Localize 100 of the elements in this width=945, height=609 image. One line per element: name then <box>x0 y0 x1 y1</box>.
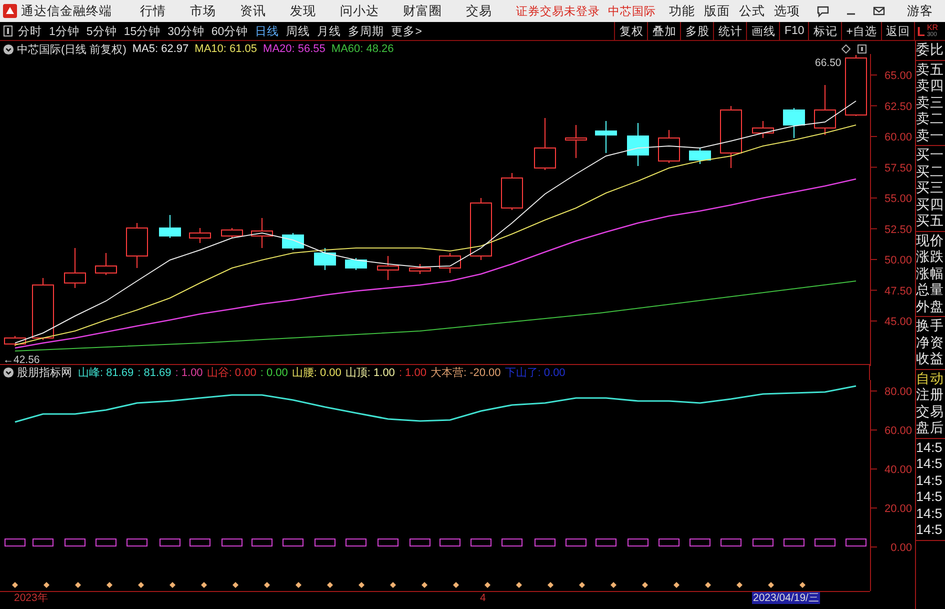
menu-item[interactable]: 版面 <box>704 2 730 20</box>
rising-candlestick <box>752 120 774 138</box>
menu-item[interactable]: 财富圈 <box>403 2 442 20</box>
indicator-legend-value: 下山了: 0.00 <box>504 366 566 380</box>
period-tab[interactable]: 1分钟 <box>49 24 80 38</box>
menu-item[interactable]: 发现 <box>290 2 316 20</box>
falling-candlestick <box>689 148 711 164</box>
side-panel-item[interactable]: 自动 <box>916 370 945 387</box>
quote-field-label: 买四 <box>916 196 945 213</box>
rising-candlestick <box>845 54 867 116</box>
menu-item[interactable]: 功能 <box>669 2 695 20</box>
user-label[interactable]: 游客 <box>907 2 933 20</box>
side-panel-item[interactable]: 14:5 <box>916 440 945 456</box>
rising-candlestick <box>501 172 523 210</box>
side-panel-item[interactable]: 14:5 <box>916 522 945 538</box>
rising-candlestick <box>658 130 680 164</box>
diamond-icon[interactable] <box>841 44 851 54</box>
period-tab[interactable]: 月线 <box>317 24 342 38</box>
date-axis-label: 4 <box>480 592 486 604</box>
falling-candlestick <box>282 232 304 250</box>
falling-candlestick <box>783 108 805 138</box>
menu-item[interactable]: 问小达 <box>340 2 379 20</box>
price-axis-label: 57.50 <box>884 162 912 174</box>
side-panel-item[interactable]: 14:5 <box>916 456 945 472</box>
side-panel-item[interactable]: 盘后 <box>916 420 945 436</box>
side-panel-item[interactable]: 14:5 <box>916 489 945 506</box>
indicator-axis-label: 60.00 <box>884 425 912 437</box>
indicator-legend-value: : 0.00 <box>260 366 288 378</box>
quote-field-label: 总量 <box>916 282 945 298</box>
quote-field-label: 外盘 <box>916 298 945 315</box>
falling-candlestick <box>627 122 649 166</box>
indicator-legend-value: : 1.00 <box>175 366 203 378</box>
panel-toggle-icon[interactable] <box>857 44 867 54</box>
date-axis-label: 2023/04/19/三 <box>752 592 820 604</box>
menu-item[interactable]: 公式 <box>739 2 765 20</box>
mail-icon[interactable] <box>872 4 886 18</box>
indicator-legend-value: 山谷: 0.00 <box>206 366 256 380</box>
period-tab[interactable]: 30分钟 <box>168 24 204 38</box>
falling-candlestick <box>159 214 181 238</box>
price-axis-label: 60.00 <box>884 132 912 144</box>
price-axis-label: 65.00 <box>884 70 912 82</box>
period-tab[interactable]: 60分钟 <box>211 24 248 38</box>
price-axis-label: 55.00 <box>884 193 912 205</box>
indicator-legend-value: 大本营: -20.00 <box>430 366 501 380</box>
period-tab[interactable]: 周线 <box>286 24 310 38</box>
falling-candlestick <box>314 248 336 270</box>
indicator-axis-label: 0.00 <box>890 542 912 554</box>
rising-candlestick <box>565 124 587 158</box>
indicator-legend-value: : 1.00 <box>398 366 426 378</box>
rising-candlestick <box>470 198 492 260</box>
side-panel-item[interactable]: 14:5 <box>916 472 945 489</box>
menu-item[interactable]: 选项 <box>774 2 800 20</box>
dropdown-icon[interactable] <box>3 44 14 54</box>
period-tab[interactable]: 5分钟 <box>86 24 117 38</box>
side-panel-item[interactable]: 注册 <box>916 387 945 404</box>
period-tab[interactable]: 更多> <box>391 24 422 38</box>
menu-item[interactable]: 资讯 <box>240 2 266 20</box>
ma-legend-value: MA5: 62.97 <box>132 43 189 55</box>
falling-candlestick <box>595 120 617 154</box>
quote-field-label: 卖五 <box>916 62 945 78</box>
app-logo-icon <box>3 4 17 18</box>
rising-candlestick <box>439 252 461 274</box>
price-axis-label: 50.00 <box>884 254 912 266</box>
rising-candlestick <box>720 106 742 168</box>
period-tab[interactable]: 15分钟 <box>124 24 161 38</box>
indicator-legend-value: 山峰: 81.69 <box>78 366 134 380</box>
rising-candlestick <box>32 278 54 340</box>
menu-item[interactable]: 行情 <box>140 2 166 20</box>
rising-candlestick <box>377 256 399 280</box>
panel-toggle-icon[interactable] <box>3 25 13 37</box>
low-price-label: ←42.56 <box>3 354 40 366</box>
price-axis-label: 62.50 <box>884 100 912 113</box>
indicator-legend-value: : 81.69 <box>138 366 172 378</box>
period-tab[interactable]: 分时 <box>18 24 42 38</box>
quote-field-label: 委比 <box>916 42 945 58</box>
indicator-axis-label: 40.00 <box>884 464 912 476</box>
rising-candlestick <box>221 228 243 238</box>
rising-candlestick <box>814 84 836 136</box>
quote-field-label: 收益 <box>916 351 945 368</box>
side-panel-item[interactable]: 14:5 <box>916 506 945 522</box>
quote-field-label: 买三 <box>916 180 945 196</box>
period-tab[interactable]: 日线 <box>255 24 280 38</box>
side-panel-item[interactable]: 交易 <box>916 404 945 420</box>
period-tab[interactable]: 多周期 <box>348 24 384 38</box>
menu-item[interactable]: 市场 <box>190 2 216 20</box>
indicator-legend-value: 山腰: 0.00 <box>292 366 342 380</box>
app-name: 通达信金融终端 <box>21 2 112 20</box>
falling-candlestick <box>345 258 367 270</box>
indicator-legend-value: 山顶: 1.00 <box>345 366 395 380</box>
quote-field-label: 卖四 <box>916 78 945 94</box>
price-axis-label: 52.50 <box>884 224 912 236</box>
rising-candlestick <box>251 218 273 248</box>
chat-icon[interactable] <box>816 4 830 18</box>
menu-item[interactable]: 交易 <box>466 2 492 20</box>
chart-title: 中芯国际(日线 前复权) <box>17 42 126 56</box>
rising-candlestick <box>409 264 431 274</box>
dropdown-icon[interactable] <box>3 367 14 378</box>
quote-field-label: 现价 <box>916 232 945 249</box>
quote-field-label: 卖一 <box>916 128 945 144</box>
high-price-label: 66.50 <box>815 57 842 69</box>
